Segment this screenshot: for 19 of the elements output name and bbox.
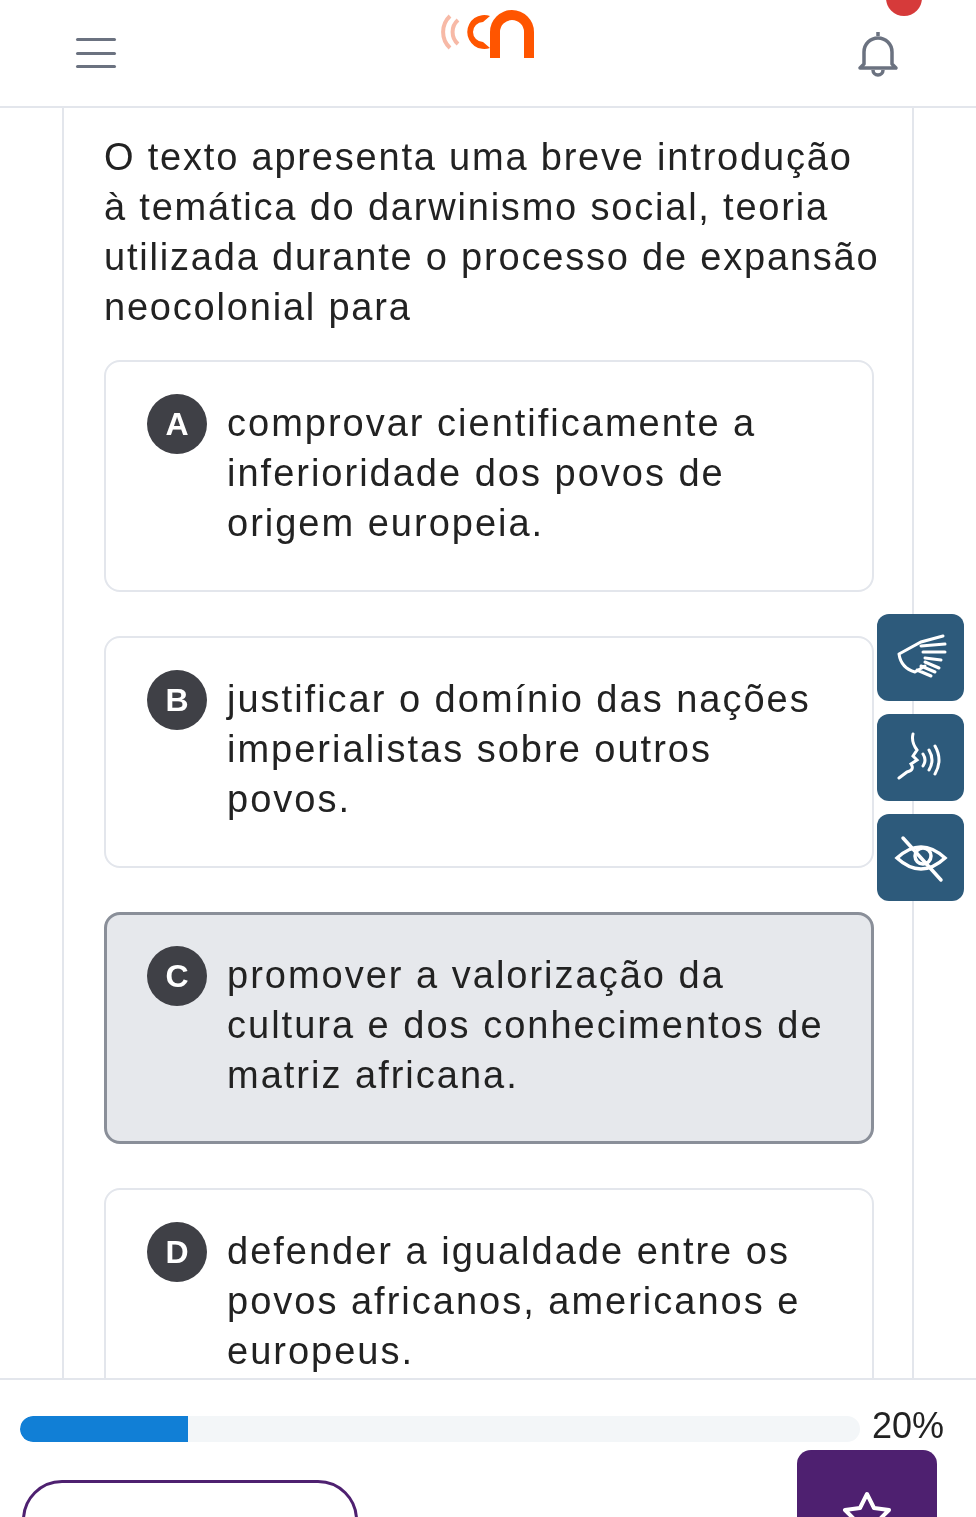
menu-icon[interactable] [76,38,116,68]
favorite-button[interactable] [797,1450,937,1517]
option-letter: C [147,946,207,1006]
sign-language-button[interactable] [877,614,964,701]
option-text: promover a valorização da cultura e dos conhecimentos de matriz africana. [227,953,825,1098]
progress-percentage: 20% [872,1406,945,1446]
hide-eye-button[interactable] [877,814,964,901]
option-letter: D [147,1222,207,1282]
option-letter: A [147,394,207,454]
option-letter: B [147,670,207,730]
option-text: comprovar cientificamente a inferioridade dos povos de origem europeia. [227,401,758,546]
option-text: defender a igualdade entre os povos africanos, americanos e europeus. [227,1229,802,1374]
answer-option[interactable]: B justificar o domínio das nações imperialistas sobre outros povos. [104,636,874,868]
question-text: O texto apresenta uma breve introdução à temática do darwinismo social, teoria utilizada durante o processo de expansão neocolonial para [104,135,881,330]
answer-option[interactable]: A comprovar cientificamente a inferioridade dos povos de origem europeia. [104,360,874,592]
audio-speech-button[interactable] [877,714,964,801]
answer-option[interactable]: C promover a valorização da cultura e dos conhecimentos de matriz africana. [104,912,874,1144]
answer-option[interactable]: D defender a igualdade entre os povos africanos, americanos e europeus. [104,1188,874,1378]
option-text: justificar o domínio das nações imperialistas sobre outros povos. [227,677,812,822]
